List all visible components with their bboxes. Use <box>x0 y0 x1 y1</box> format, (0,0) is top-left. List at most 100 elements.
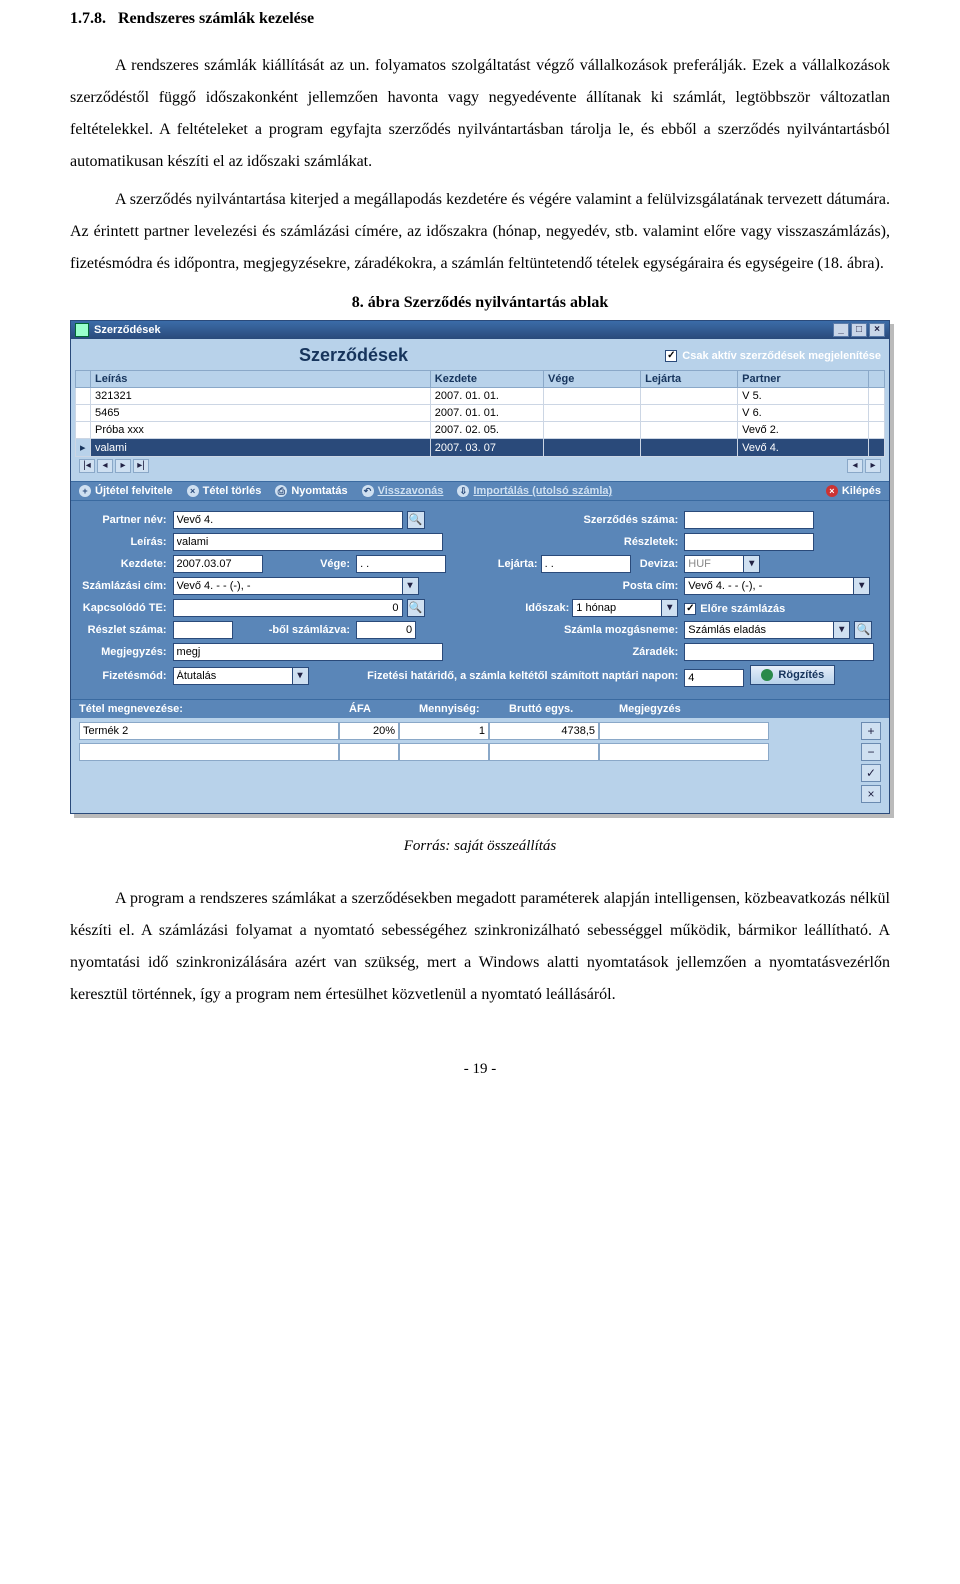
col-lejarta[interactable]: Lejárta <box>641 371 738 388</box>
nav-last-button[interactable]: ▸| <box>133 459 149 473</box>
page-title: Szerződések <box>299 345 408 366</box>
contract-number-field[interactable] <box>684 511 814 529</box>
dropdown-icon[interactable]: ▾ <box>834 621 850 639</box>
titlebar: Szerződések _ □ × <box>71 321 889 339</box>
lbl-megj: Megjegyzés: <box>79 643 173 661</box>
item-tetel-field[interactable] <box>79 743 339 761</box>
dropdown-icon[interactable]: ▾ <box>744 555 760 573</box>
vege-field[interactable] <box>356 555 446 573</box>
col-tetel: Tétel megnevezése: <box>79 703 349 715</box>
item-afa-field[interactable] <box>339 722 399 740</box>
save-icon <box>761 669 773 681</box>
heading-title: Rendszeres számlák kezelése <box>118 10 314 27</box>
dropdown-icon[interactable]: ▾ <box>293 667 309 685</box>
partner-lookup-icon[interactable]: 🔍 <box>407 511 425 529</box>
szamcim-field[interactable] <box>173 577 403 595</box>
mozgasnem-field[interactable] <box>684 621 834 639</box>
leiras-field[interactable] <box>173 533 443 551</box>
paragraph-1: A rendszeres számlák kiállítását az un. … <box>70 50 890 178</box>
exit-button[interactable]: ×Kilépés <box>826 485 881 497</box>
paragraph-3: A program a rendszeres számlákat a szerz… <box>70 883 890 1011</box>
lbl-postacim: Posta cím: <box>463 577 684 595</box>
add-line-button[interactable]: + <box>861 722 881 740</box>
table-row[interactable]: Próba xxx 2007. 02. 05. Vevő 2. <box>76 422 885 439</box>
record-navigator: |◂ ◂ ▸ ▸| ◂ ▸ <box>75 457 885 477</box>
cancel-line-button[interactable]: × <box>861 785 881 803</box>
delete-item-button[interactable]: ×Tétel törlés <box>187 485 262 497</box>
dropdown-icon[interactable]: ▾ <box>403 577 419 595</box>
undo-icon: ↶ <box>362 485 374 497</box>
lbl-fizmod: Fizetésmód: <box>79 665 173 687</box>
line-item-row[interactable] <box>79 722 769 740</box>
kapte-lookup-icon[interactable]: 🔍 <box>407 599 425 617</box>
postacim-field[interactable] <box>684 577 854 595</box>
reszletszama-field[interactable] <box>173 621 233 639</box>
item-afa-field[interactable] <box>339 743 399 761</box>
fizmod-field[interactable] <box>173 667 293 685</box>
fizhat-field[interactable] <box>684 669 744 687</box>
lbl-zaradek: Záradék: <box>463 643 684 661</box>
save-button[interactable]: Rögzítés <box>750 665 835 685</box>
idoszak-field[interactable] <box>572 599 662 617</box>
item-menny-field[interactable] <box>399 743 489 761</box>
table-row-selected[interactable]: ▸ valami 2007. 03. 07 Vevő 4. <box>76 439 885 457</box>
col-afa: ÁFA <box>349 703 419 715</box>
item-menny-field[interactable] <box>399 722 489 740</box>
col-leiras[interactable]: Leírás <box>91 371 431 388</box>
col-megj: Megjegyzés <box>619 703 701 715</box>
remove-line-button[interactable]: − <box>861 743 881 761</box>
figure-source: Forrás: saját összeállítás <box>70 838 890 855</box>
deviza-field[interactable] <box>684 555 744 573</box>
plus-icon: + <box>79 485 91 497</box>
lbl-deviza: Deviza: <box>640 558 679 570</box>
item-megj-field[interactable] <box>599 722 769 740</box>
lbl-mozgasnem: Számla mozgásneme: <box>463 621 684 639</box>
app-window: Szerződések _ □ × Szerződések ✓ Csak akt… <box>70 320 890 814</box>
partner-field[interactable] <box>173 511 403 529</box>
import-icon: ⇩ <box>457 485 469 497</box>
lejarta-field[interactable] <box>541 555 631 573</box>
table-row[interactable]: 5465 2007. 01. 01. V 6. <box>76 405 885 422</box>
import-button[interactable]: ⇩Importálás (utolsó számla) <box>457 485 612 497</box>
nav-hscroll-left[interactable]: ◂ <box>847 459 863 473</box>
check-icon: ✓ <box>684 603 696 615</box>
megj-field[interactable] <box>173 643 443 661</box>
minimize-button[interactable]: _ <box>833 323 849 337</box>
dropdown-icon[interactable]: ▾ <box>662 599 678 617</box>
col-partner[interactable]: Partner <box>738 371 869 388</box>
close-button[interactable]: × <box>869 323 885 337</box>
nav-next-button[interactable]: ▸ <box>115 459 131 473</box>
nav-hscroll-right[interactable]: ▸ <box>865 459 881 473</box>
print-button[interactable]: ⎙Nyomtatás <box>275 485 347 497</box>
item-megj-field[interactable] <box>599 743 769 761</box>
nav-prev-button[interactable]: ◂ <box>97 459 113 473</box>
lbl-vege: Vége: <box>266 555 356 573</box>
item-tetel-field[interactable] <box>79 722 339 740</box>
undo-button[interactable]: ↶Visszavonás <box>362 485 444 497</box>
dropdown-icon[interactable]: ▾ <box>854 577 870 595</box>
lbl-fizhat: Fizetési határidő, a számla keltétől szá… <box>356 665 684 687</box>
confirm-line-button[interactable]: ✓ <box>861 764 881 782</box>
zaradek-field[interactable] <box>684 643 874 661</box>
table-header-row: Leírás Kezdete Vége Lejárta Partner <box>76 371 885 388</box>
figure-caption: 8. ábra Szerződés nyilvántartás ablak <box>70 294 890 312</box>
kezdete-field[interactable] <box>173 555 263 573</box>
item-brutto-field[interactable] <box>489 743 599 761</box>
active-only-checkbox[interactable]: ✓ Csak aktív szerződések megjelenítése <box>665 350 881 362</box>
col-kezdete[interactable]: Kezdete <box>430 371 543 388</box>
maximize-button[interactable]: □ <box>851 323 867 337</box>
nav-first-button[interactable]: |◂ <box>79 459 95 473</box>
kapte-field[interactable] <box>173 599 403 617</box>
table-row[interactable]: 321321 2007. 01. 01. V 5. <box>76 388 885 405</box>
col-brutto: Bruttó egys. <box>509 703 619 715</box>
col-vege[interactable]: Vége <box>544 371 641 388</box>
lbl-reszletszama: Részlet száma: <box>79 621 173 639</box>
elore-checkbox[interactable]: ✓Előre számlázás <box>684 603 785 615</box>
mozgasnem-lookup-icon[interactable]: 🔍 <box>854 621 872 639</box>
reszletek-field[interactable] <box>684 533 814 551</box>
new-item-button[interactable]: +Újtétel felvitele <box>79 485 173 497</box>
lbl-szamcim: Számlázási cím: <box>79 577 173 595</box>
bolszaml-field[interactable] <box>356 621 416 639</box>
paragraph-2: A szerződés nyilvántartása kiterjed a me… <box>70 184 890 280</box>
item-brutto-field[interactable] <box>489 722 599 740</box>
